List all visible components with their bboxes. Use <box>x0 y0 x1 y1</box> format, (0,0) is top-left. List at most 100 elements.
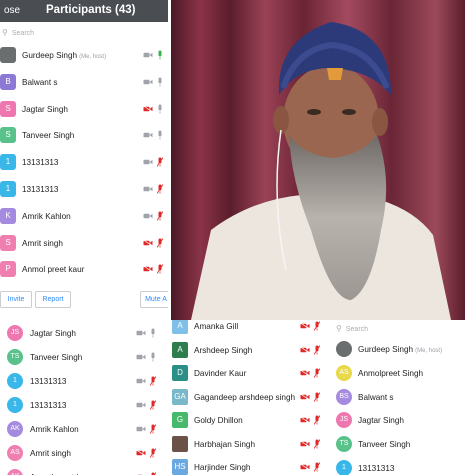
participant-name-text: Anmolpreet Singh <box>358 368 424 378</box>
search-input[interactable]: ⚲ Search <box>336 322 456 336</box>
participant-row[interactable]: Gurdeep Singh (Me, host) <box>330 338 465 362</box>
avatar: S <box>0 234 16 251</box>
participant-name-text: 13131313 <box>22 158 59 168</box>
participant-row[interactable]: B Balwant s <box>0 71 168 97</box>
participants-header: ose Participants (43) <box>0 0 168 22</box>
avatar: K <box>0 207 16 224</box>
participant-row[interactable]: G Goldy Dhillon <box>168 408 328 434</box>
participant-row[interactable]: 1 13131313 <box>0 394 168 418</box>
avatar: 1 <box>0 181 16 197</box>
avatar: GA <box>172 388 188 405</box>
participant-row[interactable]: P Anmol preet kaur <box>0 258 168 284</box>
avatar: D <box>172 365 188 381</box>
participant-row[interactable]: A Arshdeep Singh <box>168 338 328 364</box>
participants-panel-tertiary: A Amanka Gill A Arshdeep Singh D Davinder Kau… <box>168 320 328 475</box>
participant-name: Amanka Gill <box>194 322 238 331</box>
participants-panel-secondary: JS Jagtar Singh TS Tanveer Singh 1 13131313 1 1… <box>0 320 168 475</box>
participant-name: Gurdeep Singh (Me, host) <box>22 51 106 60</box>
participant-row[interactable]: GA Gagandeep arshdeep singh <box>168 385 328 411</box>
participant-row[interactable]: Gurdeep Singh (Me, host) <box>0 44 168 70</box>
participants-panel-quaternary: ⚲ Search Gurdeep Singh (Me, host) AS Anmolpr… <box>330 320 465 475</box>
avatar: G <box>172 412 188 428</box>
avatar: JS <box>336 412 352 429</box>
participant-row[interactable]: 1 13131313 <box>0 178 168 204</box>
participant-row[interactable]: D Davinder Kaur <box>168 361 328 387</box>
video-off-icon <box>143 105 153 112</box>
participant-row[interactable]: HS Harjinder Singh <box>168 455 328 475</box>
participant-name: 13131313 <box>30 377 66 386</box>
participant-row[interactable]: AK Amrik Kahlon <box>0 418 168 442</box>
video-icon <box>143 79 153 85</box>
avatar <box>336 341 352 357</box>
participant-name-text: Amanka Gill <box>194 322 239 331</box>
video-off-icon <box>136 450 146 456</box>
participant-row[interactable]: S Jagtar Singh <box>0 98 168 124</box>
participant-row[interactable]: K Amrik Kahlon <box>0 205 168 231</box>
mic-muted-icon <box>314 438 320 449</box>
avatar: A <box>172 320 188 334</box>
search-icon: ⚲ <box>336 324 342 333</box>
participant-name-text: Amrit singh <box>22 238 63 248</box>
avatar: TS <box>7 349 23 365</box>
participant-row[interactable]: 1 13131313 <box>0 151 168 177</box>
avatar: HS <box>172 459 188 475</box>
mic-muted-icon <box>314 344 320 355</box>
video-icon <box>143 186 153 192</box>
participant-name: Anmolpreet Singh <box>358 369 423 378</box>
participant-name: Jagtar Singh <box>30 329 76 338</box>
participants-panel: ose Participants (43) ⚲ Search Gurdeep Si… <box>0 0 168 318</box>
video-off-icon <box>300 440 310 447</box>
participant-row[interactable]: JS Jagtar Singh <box>330 409 465 433</box>
participant-row[interactable]: BS Balwant s <box>330 386 465 410</box>
participant-row[interactable]: S Amrit singh <box>0 232 168 258</box>
avatar: B <box>0 73 16 90</box>
close-button[interactable]: ose <box>4 5 20 16</box>
participant-role-tag: (Me, host) <box>415 348 443 354</box>
video-feed[interactable] <box>171 0 465 320</box>
video-icon <box>143 213 153 219</box>
participant-name-text: Jagtar Singh <box>22 104 68 114</box>
participant-name: Tanveer Singh <box>22 131 74 140</box>
participant-name-text: Arshdeep Singh <box>194 345 253 355</box>
video-icon <box>143 159 153 165</box>
mic-muted-icon <box>157 211 163 221</box>
video-icon <box>136 354 146 360</box>
mic-muted-icon <box>150 400 156 410</box>
participant-name-text: Tanveer Singh <box>22 131 75 141</box>
participant-name: Amrit singh <box>30 449 71 458</box>
mic-muted-icon <box>150 376 156 386</box>
participant-row[interactable]: Harbhajan Singh <box>168 432 328 458</box>
participant-row[interactable]: JS Jagtar Singh <box>0 322 168 346</box>
participant-row[interactable]: AS Amrit singh <box>0 442 168 466</box>
participant-name-text: Amrik Kahlon <box>22 211 71 221</box>
participant-name: 13131313 <box>358 464 394 473</box>
participant-name-text: 13131313 <box>22 185 59 194</box>
mute-all-button[interactable]: Mute A <box>140 291 168 308</box>
participant-row[interactable]: 1 13131313 <box>0 370 168 394</box>
invite-button[interactable]: Invite <box>0 291 32 308</box>
participant-name: Arshdeep Singh <box>194 346 252 355</box>
participant-name: Gurdeep Singh (Me, host) <box>358 345 442 354</box>
avatar: AK <box>7 421 23 437</box>
report-button[interactable]: Report <box>35 291 71 308</box>
avatar: 1 <box>7 397 23 413</box>
participant-name-text: Jagtar Singh <box>30 329 76 338</box>
mic-muted-icon <box>314 415 320 425</box>
participant-name-text: Gurdeep Singh <box>358 345 414 354</box>
avatar: AS <box>336 364 352 381</box>
participant-row[interactable]: 1 13131313 <box>330 457 465 475</box>
mic-icon <box>158 77 162 87</box>
avatar: AK <box>7 469 23 475</box>
participant-row[interactable]: AS Anmolpreet Singh <box>330 362 465 386</box>
mic-muted-icon <box>157 237 163 248</box>
participant-row[interactable]: S Tanveer Singh <box>0 124 168 150</box>
avatar: JS <box>7 325 23 341</box>
participant-row[interactable]: TS Tanveer Singh <box>330 433 465 457</box>
mic-muted-icon <box>157 264 163 275</box>
participant-name: Davinder Kaur <box>194 369 246 378</box>
participant-role-tag: (Me, host) <box>79 54 107 60</box>
participant-row[interactable]: AKAnmol preet kaur <box>0 466 168 475</box>
search-input[interactable]: ⚲ Search <box>2 26 162 40</box>
avatar: 1 <box>336 460 352 475</box>
participant-row[interactable]: TS Tanveer Singh <box>0 346 168 370</box>
